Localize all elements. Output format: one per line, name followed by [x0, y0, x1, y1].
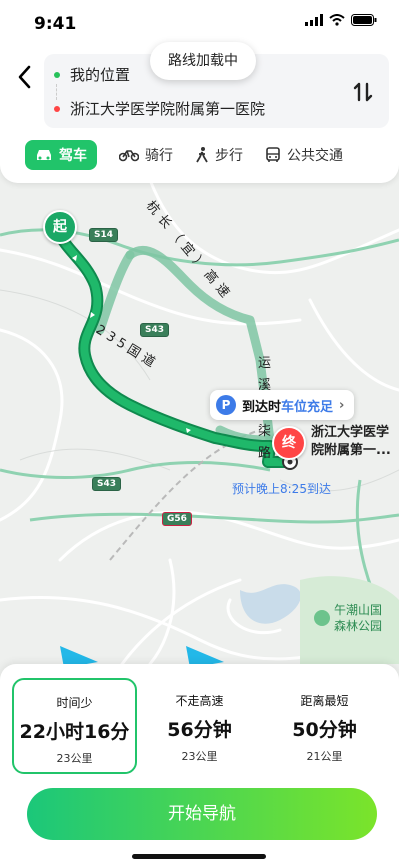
swap-icon[interactable] [351, 80, 375, 104]
highway-badge-s43-2: S43 [92, 477, 122, 491]
tab-drive-label: 驾车 [59, 148, 87, 164]
route-option-distance: 23公里 [56, 752, 93, 765]
tab-transit-label: 公共交通 [287, 148, 343, 164]
tab-drive[interactable]: 驾车 [25, 140, 97, 170]
start-marker: 起 [43, 210, 77, 244]
travel-mode-tabs: 驾车 骑行 步行 公共交通 [25, 140, 375, 170]
route-option-tag: 不走高速 [175, 694, 224, 708]
destination-label: 浙江大学医学院附属第一医院 [70, 100, 266, 118]
origin-field[interactable]: 我的位置 [54, 64, 130, 85]
road-label-lu: 路 [258, 446, 272, 461]
route-option-fastest[interactable]: 时间少 22小时16分 23公里 [12, 678, 137, 774]
status-bar: 9:41 [0, 0, 399, 44]
eta-text: 预计晚上8:25到达 [232, 482, 331, 496]
poi-label-line2: 森林公园 [334, 619, 383, 633]
back-icon[interactable] [14, 62, 36, 92]
chevron-right-icon: › [339, 397, 345, 413]
tab-transit[interactable]: 公共交通 [265, 140, 343, 170]
battery-icon [351, 14, 377, 26]
route-option-duration: 50分钟 [292, 719, 357, 741]
tab-walk[interactable]: 步行 [195, 140, 243, 170]
route-option-duration: 22小时16分 [19, 721, 130, 743]
bike-icon [119, 150, 139, 162]
poi-park[interactable]: 午潮山国 森林公园 [314, 602, 382, 634]
route-option-tag: 距离最短 [300, 694, 349, 708]
tab-bike[interactable]: 骑行 [119, 140, 173, 170]
parking-info-chip[interactable]: P 到达时 车位充足 › [210, 390, 355, 420]
wifi-icon [329, 14, 345, 26]
tab-bike-label: 骑行 [145, 148, 173, 164]
road-label-yi: 柒 [258, 424, 272, 439]
home-indicator[interactable] [132, 854, 266, 859]
parking-prefix: 到达时 [242, 399, 282, 415]
route-option-duration: 56分钟 [167, 719, 232, 741]
loading-toast: 路线加载中 [150, 42, 256, 80]
highway-badge-g56: G56 [162, 512, 192, 526]
tab-walk-label: 步行 [215, 148, 243, 164]
route-option-no-highway[interactable]: 不走高速 56分钟 23公里 [137, 678, 262, 774]
destination-label-line2: 院附属第一... [311, 443, 391, 458]
bus-icon [266, 147, 280, 162]
route-option-shortest[interactable]: 距离最短 50分钟 21公里 [262, 678, 387, 774]
destination-field[interactable]: 浙江大学医学院附属第一医院 [54, 98, 265, 119]
route-options: 时间少 22小时16分 23公里 不走高速 56分钟 23公里 距离最短 50分… [12, 678, 387, 774]
route-option-distance: 23公里 [181, 750, 218, 763]
route-option-distance: 21公里 [306, 750, 343, 763]
origin-label: 我的位置 [70, 66, 131, 84]
car-icon [37, 150, 51, 160]
destination-map-label[interactable]: 浙江大学医学 院附属第一... [311, 424, 399, 460]
signal-icon [305, 14, 323, 26]
road-label-yun: 运 [258, 356, 272, 371]
status-time: 9:41 [34, 14, 77, 34]
walk-icon [196, 147, 208, 163]
route-option-tag: 时间少 [56, 696, 93, 710]
highway-badge-s14: S14 [89, 228, 119, 242]
parking-status: 车位充足 [281, 399, 334, 415]
highway-badge-s43: S43 [140, 323, 170, 337]
parking-icon: P [216, 395, 236, 415]
origin-dot-icon [54, 71, 60, 78]
route-header: 9:41 我的位置 浙江大学医学院附属第一医院 路线加载中 驾车 骑行 步行 公… [0, 0, 399, 183]
destination-label-line1: 浙江大学医学 [311, 425, 390, 440]
poi-label-line1: 午潮山国 [334, 603, 383, 617]
end-marker: 终 [272, 426, 306, 460]
destination-dot-icon [54, 105, 60, 112]
start-navigation-button[interactable]: 开始导航 [27, 788, 377, 840]
route-options-panel: 时间少 22小时16分 23公里 不走高速 56分钟 23公里 距离最短 50分… [0, 664, 399, 868]
park-icon [314, 610, 330, 626]
